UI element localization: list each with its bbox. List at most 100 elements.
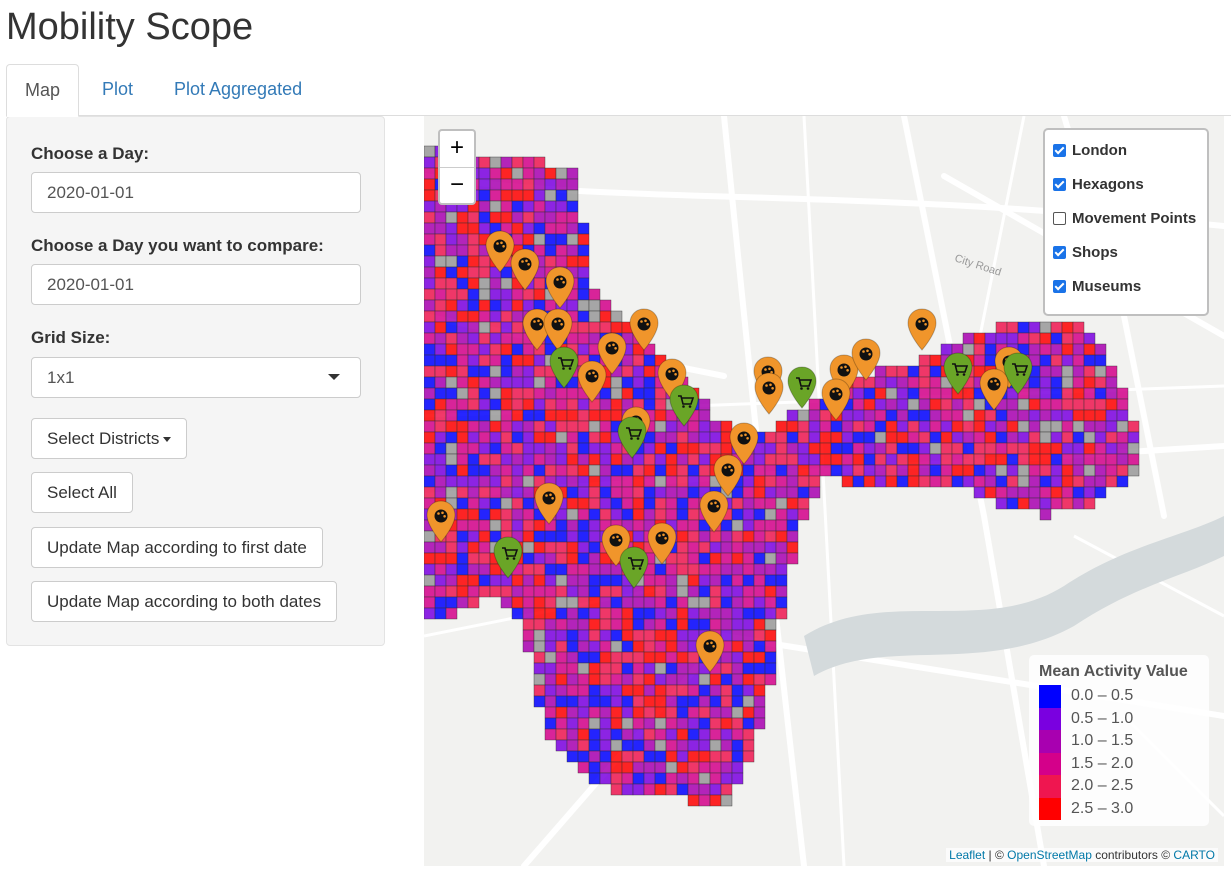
museum-marker[interactable]	[978, 368, 1010, 412]
shop-marker[interactable]	[616, 416, 648, 460]
grid-cell	[599, 585, 612, 598]
grid-cell	[533, 222, 546, 235]
grid-cell	[1094, 464, 1107, 477]
grid-cell	[654, 728, 667, 741]
grid-cell	[577, 629, 590, 642]
grid-cell	[610, 607, 623, 620]
grid-cell	[1028, 409, 1041, 422]
grid-cell	[555, 728, 568, 741]
checkbox-london[interactable]	[1053, 144, 1066, 157]
grid-cell	[555, 662, 568, 675]
shop-marker[interactable]	[942, 352, 974, 396]
grid-cell	[786, 431, 799, 444]
museum-marker[interactable]	[509, 248, 541, 292]
grid-cell	[643, 739, 656, 752]
shop-marker[interactable]	[618, 546, 650, 590]
grid-cell	[698, 772, 711, 785]
leaflet-link[interactable]: Leaflet	[949, 848, 985, 862]
grid-cell	[742, 728, 755, 741]
grid-cell	[896, 398, 909, 411]
osm-link[interactable]: OpenStreetMap	[1007, 848, 1092, 862]
day-date-input[interactable]: 2020-01-01	[31, 172, 361, 213]
select-all-button[interactable]: Select All	[31, 472, 133, 513]
grid-cell	[973, 442, 986, 455]
museum-marker[interactable]	[850, 338, 882, 382]
museum-marker[interactable]	[544, 266, 576, 310]
grid-cell	[1039, 398, 1052, 411]
grid-cell	[555, 541, 568, 554]
grid-cell	[577, 288, 590, 301]
layer-item-movement-points[interactable]: Movement Points	[1053, 210, 1207, 244]
grid-cell	[951, 398, 964, 411]
museum-marker[interactable]	[533, 482, 565, 526]
museum-marker[interactable]	[820, 378, 852, 422]
grid-cell	[918, 387, 931, 400]
checkbox-shops[interactable]	[1053, 246, 1066, 259]
museum-marker[interactable]	[694, 630, 726, 674]
grid-cell	[489, 310, 502, 323]
grid-cell	[819, 420, 832, 433]
grid-size-select[interactable]: 1x1	[31, 357, 361, 398]
shop-marker[interactable]	[492, 536, 524, 580]
grid-cell	[467, 519, 480, 532]
layer-item-hexagons[interactable]: Hexagons	[1053, 176, 1207, 210]
grid-cell	[489, 343, 502, 356]
grid-cell	[731, 563, 744, 576]
grid-cell	[885, 475, 898, 488]
grid-cell	[478, 409, 491, 422]
grid-cell	[687, 464, 700, 477]
grid-cell	[544, 420, 557, 433]
grid-cell	[434, 233, 447, 246]
grid-cell	[742, 750, 755, 763]
museum-marker[interactable]	[698, 490, 730, 534]
layer-item-london[interactable]: London	[1053, 142, 1207, 176]
zoom-in-button[interactable]: +	[440, 131, 474, 168]
museum-marker[interactable]	[906, 308, 938, 352]
museum-marker[interactable]	[576, 360, 608, 404]
zoom-out-button[interactable]: −	[440, 168, 474, 204]
museum-marker[interactable]	[646, 522, 678, 566]
grid-cell	[588, 508, 601, 521]
grid-cell	[1083, 398, 1096, 411]
grid-cell	[1083, 332, 1096, 345]
select-districts-button[interactable]: Select Districts	[31, 418, 188, 459]
layer-item-shops[interactable]: Shops	[1053, 244, 1207, 278]
grid-cell	[731, 508, 744, 521]
grid-cell	[643, 596, 656, 609]
grid-cell	[434, 596, 447, 609]
shop-marker[interactable]	[786, 366, 818, 410]
museum-marker[interactable]	[425, 500, 457, 544]
grid-cell	[555, 695, 568, 708]
carto-link[interactable]: CARTO	[1173, 848, 1215, 862]
update-map-first-date-button[interactable]: Update Map according to first date	[31, 527, 323, 568]
leaflet-map[interactable]: City Road + − London Hexagons Movement P…	[424, 116, 1224, 866]
grid-cell	[456, 398, 469, 411]
tab-plot[interactable]: Plot	[102, 63, 133, 115]
compare-date-input[interactable]: 2020-01-01	[31, 264, 361, 305]
shop-marker[interactable]	[668, 384, 700, 428]
update-map-both-dates-button[interactable]: Update Map according to both dates	[31, 581, 338, 622]
grid-cell	[522, 387, 535, 400]
grid-cell	[698, 464, 711, 477]
grid-cell	[720, 717, 733, 730]
grid-cell	[424, 321, 436, 334]
museum-marker[interactable]	[753, 372, 785, 416]
checkbox-museums[interactable]	[1053, 280, 1066, 293]
museum-marker[interactable]	[628, 308, 660, 352]
grid-cell	[533, 233, 546, 246]
tab-plot-aggregated[interactable]: Plot Aggregated	[174, 63, 302, 115]
grid-cell	[1094, 387, 1107, 400]
checkbox-hexagons[interactable]	[1053, 178, 1066, 191]
checkbox-movement-points[interactable]	[1053, 212, 1066, 225]
grid-cell	[588, 585, 601, 598]
tab-map[interactable]: Map	[6, 64, 80, 117]
grid-cell	[544, 563, 557, 576]
grid-cell	[1050, 387, 1063, 400]
grid-cell	[731, 739, 744, 752]
layer-item-museums[interactable]: Museums	[1053, 278, 1207, 312]
grid-cell	[456, 222, 469, 235]
grid-cell	[467, 464, 480, 477]
grid-cell	[929, 376, 942, 389]
grid-cell	[1006, 464, 1019, 477]
grid-cell	[742, 607, 755, 620]
